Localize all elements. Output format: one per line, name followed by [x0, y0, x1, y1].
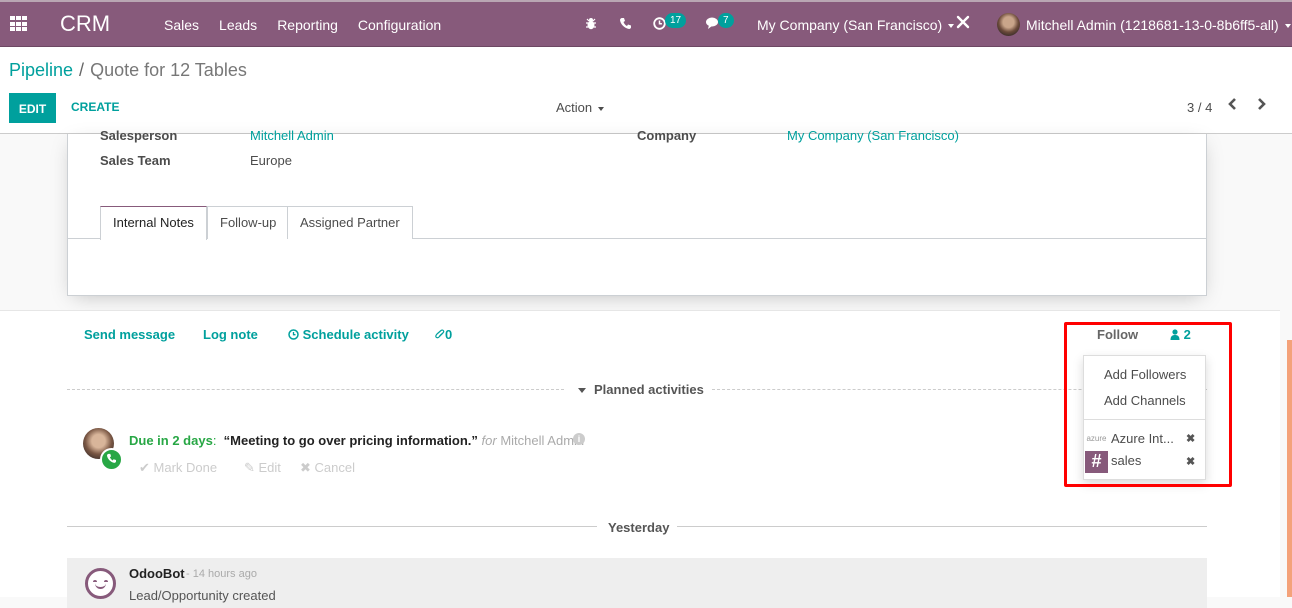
- paperclip-icon: [435, 329, 445, 339]
- salesperson-value[interactable]: Mitchell Admin: [250, 128, 334, 143]
- caret-down-icon: [578, 388, 586, 394]
- activity-line: Due in 2 days: “Meeting to go over prici…: [129, 433, 584, 448]
- edit-button[interactable]: EDIT: [9, 93, 56, 123]
- send-message-button[interactable]: Send message: [84, 327, 175, 342]
- attachments-count: 0: [445, 327, 453, 342]
- date-separator-line: [67, 526, 597, 527]
- cancel-activity-label: Cancel: [314, 460, 355, 475]
- info-icon[interactable]: i: [573, 433, 585, 445]
- attachments-button[interactable]: 0: [435, 327, 452, 342]
- message-author[interactable]: OdooBot: [129, 566, 185, 581]
- caret-down-icon: [598, 106, 605, 111]
- user-avatar[interactable]: [997, 13, 1020, 36]
- clock-icon: [288, 329, 299, 340]
- top-navbar: CRM Sales Leads Reporting Configuration …: [0, 0, 1292, 47]
- menu-item-sales[interactable]: Sales: [164, 17, 199, 33]
- user-menu[interactable]: Mitchell Admin (1218681-13-0-8b6ff5-all): [1026, 17, 1291, 33]
- pager-value[interactable]: 3 / 4: [1187, 100, 1212, 115]
- sales-team-value: Europe: [250, 153, 292, 168]
- main-menu: Sales Leads Reporting Configuration: [164, 17, 441, 33]
- app-title[interactable]: CRM: [60, 11, 110, 37]
- pager-next-icon[interactable]: [1256, 96, 1266, 116]
- pager-previous-icon[interactable]: [1228, 96, 1238, 116]
- tab-follow-up[interactable]: Follow-up: [207, 206, 290, 239]
- phone-icon[interactable]: [620, 17, 631, 32]
- activity-colon: :: [212, 433, 217, 448]
- activity-for: for: [481, 433, 497, 448]
- notebook-tabs: Internal Notes Follow-up Assigned Partne…: [68, 206, 1207, 240]
- separator-line: [67, 389, 564, 390]
- schedule-activity-button[interactable]: Schedule activity: [288, 327, 409, 342]
- apps-grid-icon[interactable]: [10, 16, 28, 32]
- edit-activity-button[interactable]: ✎ Edit: [244, 460, 281, 476]
- company-value[interactable]: My Company (San Francisco): [787, 128, 959, 143]
- tools-icon[interactable]: [956, 14, 970, 34]
- user-name: Mitchell Admin (1218681-13-0-8b6ff5-all): [1026, 17, 1279, 33]
- message-date: - 14 hours ago: [186, 568, 257, 580]
- create-button[interactable]: CREATE: [71, 100, 119, 114]
- planned-activities-toggle[interactable]: Planned activities: [578, 382, 704, 397]
- scrollbar-thumb[interactable]: [1287, 340, 1292, 597]
- message-item: OdooBot - 14 hours ago Lead/Opportunity …: [67, 558, 1207, 608]
- phone-icon: [100, 448, 123, 471]
- schedule-activity-label: Schedule activity: [302, 327, 409, 342]
- action-dropdown[interactable]: Action: [556, 100, 605, 115]
- odoobot-avatar: [85, 568, 116, 599]
- menu-item-configuration[interactable]: Configuration: [358, 17, 441, 33]
- date-separator-line: [677, 526, 1207, 527]
- mark-done-label: Mark Done: [153, 460, 218, 475]
- breadcrumb-current: Quote for 12 Tables: [90, 60, 247, 80]
- cancel-activity-button[interactable]: ✖ Cancel: [300, 460, 355, 476]
- mark-done-button[interactable]: ✔ Mark Done: [139, 460, 217, 476]
- menu-item-reporting[interactable]: Reporting: [277, 17, 338, 33]
- form-sheet: Salesperson Mitchell Admin Company My Co…: [67, 128, 1207, 296]
- tab-assigned-partner[interactable]: Assigned Partner: [287, 206, 413, 239]
- caret-down-icon: [948, 24, 955, 29]
- company-label: Company: [637, 128, 697, 143]
- message-body: Lead/Opportunity created: [129, 588, 276, 603]
- action-label: Action: [556, 100, 593, 115]
- company-name: My Company (San Francisco): [757, 17, 943, 33]
- planned-activities-label: Planned activities: [594, 382, 704, 397]
- bug-icon[interactable]: [585, 17, 597, 33]
- edit-activity-label: Edit: [258, 460, 281, 475]
- company-switcher[interactable]: My Company (San Francisco): [757, 17, 955, 33]
- message-count-badge: 7: [718, 13, 734, 28]
- sales-team-label: Sales Team: [100, 153, 171, 168]
- control-panel: Pipeline / Quote for 12 Tables EDIT CREATE…: [0, 47, 1292, 134]
- activity-count-badge: 17: [665, 13, 687, 28]
- salesperson-label: Salesperson: [100, 128, 178, 143]
- date-separator-label: Yesterday: [608, 520, 670, 535]
- breadcrumb-pipeline[interactable]: Pipeline: [9, 60, 73, 80]
- caret-down-icon: [1284, 24, 1291, 29]
- activity-summary: “Meeting to go over pricing information.…: [223, 433, 478, 448]
- log-note-button[interactable]: Log note: [203, 327, 258, 342]
- tab-internal-notes[interactable]: Internal Notes: [100, 206, 207, 240]
- highlight-annotation: [1064, 322, 1232, 487]
- menu-item-leads[interactable]: Leads: [219, 17, 257, 33]
- activity-due: Due in 2 days: [129, 433, 213, 448]
- breadcrumb-separator: /: [79, 60, 85, 80]
- breadcrumb: Pipeline / Quote for 12 Tables: [9, 60, 247, 81]
- activity-assignee: Mitchell Admin: [500, 433, 585, 448]
